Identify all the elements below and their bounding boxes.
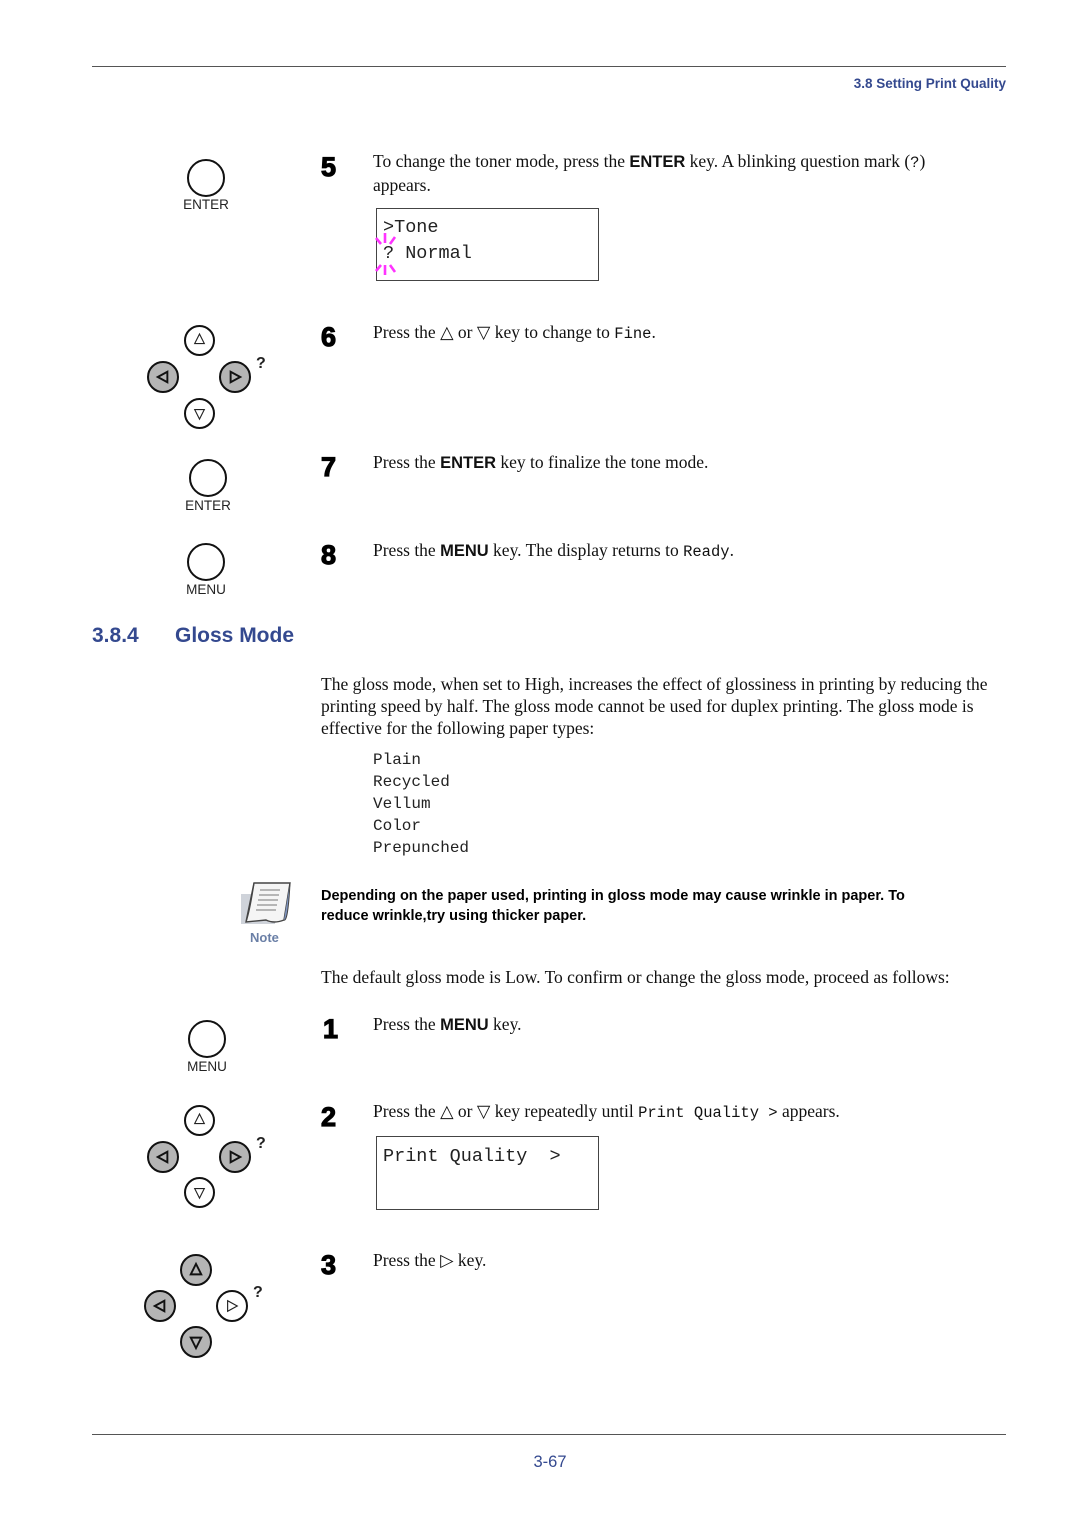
step-number: 2 xyxy=(320,1102,337,1132)
list-item: Recycled xyxy=(373,773,450,791)
default-mode-text: The default gloss mode is Low. To confir… xyxy=(321,967,950,987)
step-text-part: Press the xyxy=(373,322,441,342)
lcd-line-1: Print Quality > xyxy=(383,1146,561,1167)
blink-indicator-icon xyxy=(375,233,397,275)
step-number: 1 xyxy=(322,1014,339,1044)
step-text: Press the △ or ▽ key repeatedly until Pr… xyxy=(373,1100,1033,1124)
step-text-part: key to finalize the tone mode. xyxy=(496,452,709,472)
step-text-part: Press the xyxy=(373,1250,441,1270)
step-text-part: Press the xyxy=(373,1101,441,1121)
right-key-icon xyxy=(219,1141,251,1173)
step-text-part: key. xyxy=(453,1250,487,1270)
right-key-icon xyxy=(219,361,251,393)
step-text-part: Press the xyxy=(373,540,441,560)
step-text: Press the MENU key. The display returns … xyxy=(373,539,1013,563)
header-section-title: 3.8 Setting Print Quality xyxy=(853,76,1006,91)
step-text-part: key. xyxy=(488,1014,522,1034)
menu-key-icon xyxy=(188,1020,226,1058)
note-line: Depending on the paper used, printing in… xyxy=(321,888,905,904)
up-arrow-glyph-icon: △ xyxy=(440,322,454,342)
left-key-icon xyxy=(147,361,179,393)
up-key-icon xyxy=(184,325,215,356)
step-text-part: key. A blinking question mark ( xyxy=(685,151,911,171)
note-label: Note xyxy=(250,930,279,945)
list-item: Vellum xyxy=(373,795,431,813)
step-text-part: key repeatedly until xyxy=(490,1101,639,1121)
up-arrow-glyph-icon: △ xyxy=(440,1101,454,1121)
step-number: 7 xyxy=(320,452,337,482)
up-key-icon xyxy=(180,1254,212,1286)
down-arrow-glyph-icon: ▽ xyxy=(476,1101,491,1121)
step-number: 3 xyxy=(320,1250,337,1280)
footer-rule xyxy=(92,1434,1006,1435)
menu-key-label: MENU xyxy=(187,1059,227,1074)
right-arrow-glyph-icon: ▷ xyxy=(440,1250,454,1270)
down-key-icon xyxy=(184,1177,215,1208)
list-item: Prepunched xyxy=(373,839,470,857)
intro-paragraph: The gloss mode, when set to High, increa… xyxy=(321,673,1021,739)
enter-key-label: ENTER xyxy=(183,197,229,212)
step-text: To change the toner mode, press the ENTE… xyxy=(373,150,1013,196)
menu-key-ref: MENU xyxy=(440,1016,489,1034)
paper-types-list: Plain Recycled Vellum Color Prepunched xyxy=(373,749,469,859)
step-text: Press the ▷ key. xyxy=(373,1249,1013,1271)
step-text-part: or xyxy=(453,322,477,342)
down-arrow-glyph-icon: ▽ xyxy=(476,322,491,342)
step-text-part: Press the xyxy=(373,1014,441,1034)
value-print-quality: Print Quality > xyxy=(638,1104,778,1122)
value-fine: Fine xyxy=(614,325,652,343)
list-item: Color xyxy=(373,817,422,835)
step-text-part: . xyxy=(729,540,734,560)
down-key-icon xyxy=(184,398,215,429)
enter-key-ref: ENTER xyxy=(440,454,496,472)
step-text-part: ) xyxy=(919,151,926,171)
lcd-display-tone: >Tone ? Normal xyxy=(375,208,599,281)
question-mark-icon: ? xyxy=(256,355,266,372)
step-text-part: or xyxy=(453,1101,477,1121)
step-text: Press the ENTER key to finalize the tone… xyxy=(373,451,1013,474)
step-text-part: Press the xyxy=(373,452,441,472)
up-key-icon xyxy=(184,1105,215,1136)
step-text: Press the MENU key. xyxy=(373,1013,1013,1036)
enter-key-ref: ENTER xyxy=(629,153,686,171)
intro-line: The gloss mode, when set to High, increa… xyxy=(321,674,988,694)
section-title: Gloss Mode xyxy=(175,624,295,647)
right-key-icon xyxy=(216,1290,248,1322)
intro-line: effective for the following paper types: xyxy=(321,718,595,738)
section-number: 3.8.4 xyxy=(92,624,139,647)
question-mark-icon: ? xyxy=(253,1284,263,1301)
step-text: Press the △ or ▽ key to change to Fine. xyxy=(373,321,1013,345)
question-mark-icon: ? xyxy=(256,1135,266,1152)
menu-key-ref: MENU xyxy=(440,542,489,560)
step-text-part: appears. xyxy=(777,1101,840,1121)
step-text-part: . xyxy=(651,322,656,342)
list-item: Plain xyxy=(373,751,422,769)
step-text-part: To change the toner mode, press the xyxy=(373,151,630,171)
left-key-icon xyxy=(147,1141,179,1173)
step-text-part: appears. xyxy=(373,175,431,195)
note-line: reduce wrinkle,try using thicker paper. xyxy=(321,908,587,924)
step-text-part: key to change to xyxy=(490,322,615,342)
page-number: 3-67 xyxy=(533,1453,567,1471)
enter-key-icon xyxy=(187,159,225,197)
step-text-part: key. The display returns to xyxy=(488,540,684,560)
note-icon xyxy=(238,880,294,928)
lcd-display-print-quality: Print Quality > xyxy=(376,1136,599,1210)
value-ready: Ready xyxy=(683,543,730,561)
down-key-icon xyxy=(180,1326,212,1358)
left-key-icon xyxy=(144,1290,176,1322)
step-number: 5 xyxy=(320,152,337,182)
menu-key-label: MENU xyxy=(186,582,226,597)
enter-key-icon xyxy=(189,459,227,497)
menu-key-icon xyxy=(187,543,225,581)
step-number: 6 xyxy=(320,322,337,352)
note-text: Depending on the paper used, printing in… xyxy=(321,886,1011,926)
header-rule xyxy=(92,66,1006,67)
enter-key-label: ENTER xyxy=(185,498,231,513)
step-number: 8 xyxy=(320,540,337,570)
intro-line: printing speed by half. The gloss mode c… xyxy=(321,696,974,716)
